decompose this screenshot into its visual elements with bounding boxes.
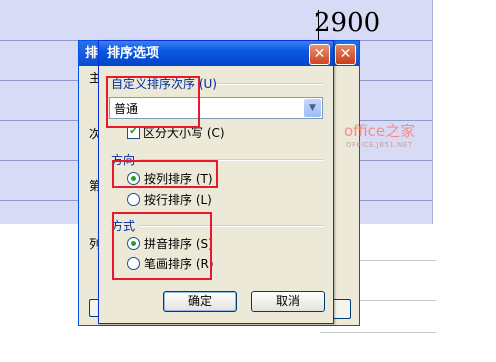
ok-button[interactable]: 确定 xyxy=(163,291,237,312)
text-cursor xyxy=(318,10,319,42)
cancel-button[interactable]: 取消 xyxy=(251,291,325,312)
close-icon[interactable]: ✕ xyxy=(309,44,330,65)
highlight-direction xyxy=(112,160,218,188)
watermark-brand: office之家 xyxy=(344,122,416,140)
row-gridline xyxy=(320,332,436,333)
highlight-custom-order xyxy=(106,76,200,128)
watermark-url: OFFICE.JB51.NET xyxy=(346,141,413,149)
sort-by-row-radio[interactable] xyxy=(127,193,140,206)
back-close-icon[interactable]: ✕ xyxy=(335,44,356,65)
group-divider xyxy=(217,83,323,85)
dialog-title: 排序选项 xyxy=(99,41,333,66)
sheet-cell-value[interactable]: 2900 xyxy=(314,8,430,40)
sort-by-row-label[interactable]: 按行排序 (L) xyxy=(144,191,212,208)
highlight-method xyxy=(112,212,212,280)
back-cancel-button[interactable] xyxy=(331,299,351,319)
chevron-down-icon[interactable]: ▼ xyxy=(304,99,321,117)
